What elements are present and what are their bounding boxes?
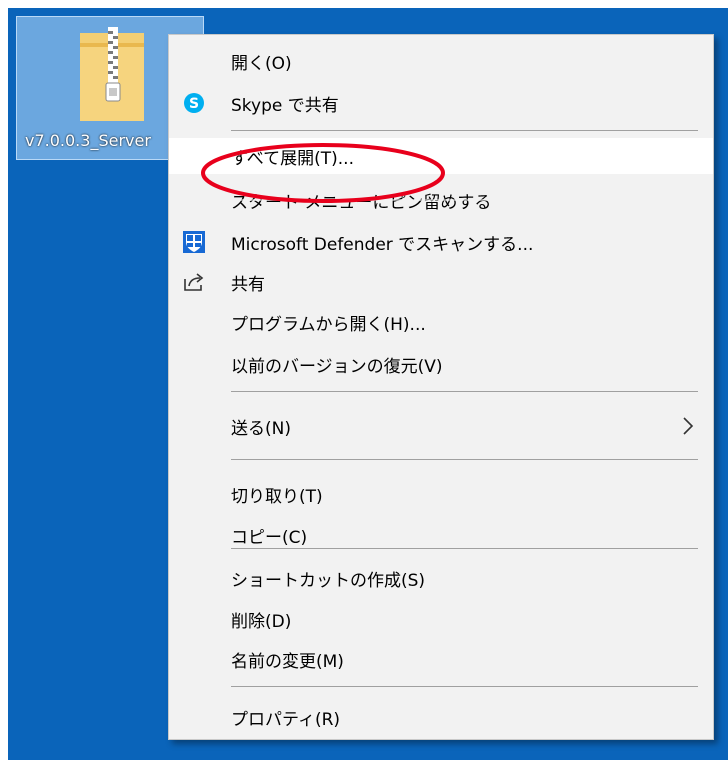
menu-item-label: 開く(O) — [231, 53, 292, 74]
annotation-ellipse — [201, 143, 445, 203]
menu-separator — [231, 686, 698, 687]
menu-item-defender-scan[interactable]: Microsoft Defender でスキャンする... — [169, 224, 713, 260]
menu-item-label: プログラムから開く(H)... — [231, 314, 426, 335]
menu-item-label: Microsoft Defender でスキャンする... — [231, 234, 534, 255]
menu-item-label: 共有 — [231, 274, 265, 295]
menu-separator — [231, 130, 698, 131]
zip-folder-icon — [80, 27, 144, 121]
menu-item-properties[interactable]: プロパティ(R) — [169, 699, 713, 735]
menu-item-label: 以前のバージョンの復元(V) — [231, 356, 443, 377]
menu-item-label: 名前の変更(M) — [231, 651, 344, 672]
skype-icon: S — [184, 93, 204, 113]
menu-item-label: コピー(C) — [231, 527, 308, 548]
menu-item-label: 削除(D) — [231, 611, 292, 632]
menu-separator — [231, 459, 698, 460]
menu-item-rename[interactable]: 名前の変更(M) — [169, 641, 713, 677]
svg-text:S: S — [189, 96, 199, 112]
menu-item-label: プロパティ(R) — [231, 709, 341, 730]
menu-separator — [231, 548, 698, 549]
chevron-right-icon — [683, 417, 694, 435]
menu-item-create-shortcut[interactable]: ショートカットの作成(S) — [169, 560, 713, 596]
defender-shield-icon — [183, 231, 205, 253]
menu-item-label: Skype で共有 — [231, 95, 339, 116]
menu-separator — [231, 391, 698, 392]
file-name-label: v7.0.0.3_Server — [25, 131, 151, 150]
menu-item-cut[interactable]: 切り取り(T) — [169, 476, 713, 512]
menu-item-delete[interactable]: 削除(D) — [169, 601, 713, 637]
menu-item-skype-share[interactable]: S Skype で共有 — [169, 85, 713, 121]
menu-item-share[interactable]: 共有 — [169, 264, 713, 300]
menu-item-label: ショートカットの作成(S) — [231, 570, 426, 591]
menu-item-label: 送る(N) — [231, 418, 291, 439]
menu-item-open[interactable]: 開く(O) — [169, 43, 713, 79]
menu-item-label: 切り取り(T) — [231, 486, 323, 507]
menu-item-restore-previous[interactable]: 以前のバージョンの復元(V) — [169, 346, 713, 382]
menu-item-open-with[interactable]: プログラムから開く(H)... — [169, 304, 713, 340]
share-icon — [184, 273, 204, 291]
menu-item-send-to[interactable]: 送る(N) — [169, 408, 713, 444]
